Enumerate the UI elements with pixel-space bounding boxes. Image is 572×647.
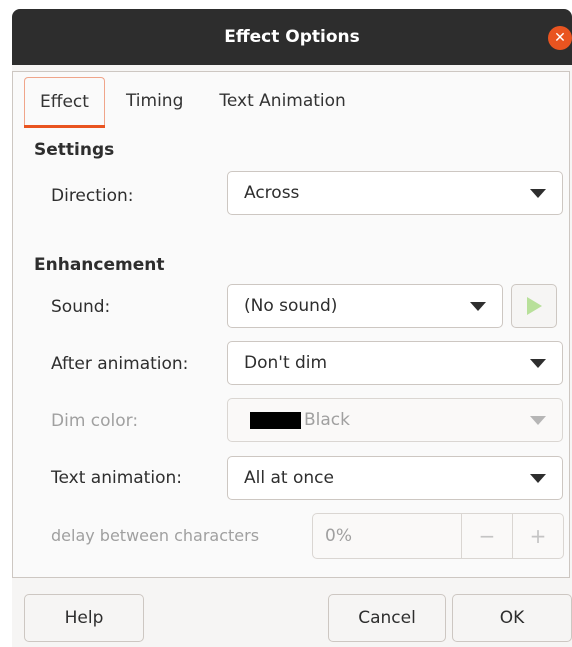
play-icon bbox=[526, 297, 542, 315]
tab-timing[interactable]: Timing bbox=[111, 77, 198, 125]
help-button[interactable]: Help bbox=[24, 594, 144, 642]
sound-value: (No sound) bbox=[244, 296, 338, 316]
play-sound-button[interactable] bbox=[511, 284, 557, 328]
dialog-title: Effect Options bbox=[224, 27, 360, 47]
color-swatch bbox=[250, 411, 301, 429]
ok-button[interactable]: OK bbox=[452, 594, 572, 642]
dim-color-dropdown[interactable]: Black bbox=[227, 398, 563, 442]
direction-label: Direction: bbox=[51, 186, 134, 206]
chevron-down-icon bbox=[530, 474, 546, 483]
delay-input[interactable]: 0% bbox=[313, 526, 461, 546]
delay-label: delay between characters bbox=[51, 526, 260, 545]
text-animation-label: Text animation: bbox=[51, 468, 182, 488]
enhancement-heading: Enhancement bbox=[34, 255, 165, 275]
after-animation-value: Don't dim bbox=[244, 353, 328, 373]
tab-bar: Effect Timing Text Animation bbox=[24, 77, 367, 128]
text-animation-dropdown[interactable]: All at once bbox=[227, 456, 563, 500]
sound-label: Sound: bbox=[51, 297, 111, 317]
direction-value: Across bbox=[244, 183, 300, 203]
close-icon[interactable]: ✕ bbox=[548, 26, 572, 50]
after-animation-dropdown[interactable]: Don't dim bbox=[227, 341, 563, 385]
settings-heading: Settings bbox=[34, 140, 115, 160]
decrement-button[interactable]: − bbox=[461, 514, 512, 558]
dim-color-label: Dim color: bbox=[51, 411, 139, 431]
tab-text-animation[interactable]: Text Animation bbox=[204, 77, 360, 125]
text-animation-value: All at once bbox=[244, 468, 334, 488]
chevron-down-icon bbox=[530, 416, 546, 425]
increment-button[interactable]: + bbox=[512, 514, 563, 558]
tab-effect[interactable]: Effect bbox=[24, 77, 105, 128]
direction-dropdown[interactable]: Across bbox=[227, 171, 563, 215]
cancel-button[interactable]: Cancel bbox=[328, 594, 446, 642]
dim-color-value: Black bbox=[304, 410, 350, 430]
chevron-down-icon bbox=[470, 302, 486, 311]
delay-spinbutton: 0% − + bbox=[312, 513, 564, 559]
title-bar: Effect Options ✕ bbox=[12, 9, 572, 65]
after-animation-label: After animation: bbox=[51, 354, 189, 374]
sound-dropdown[interactable]: (No sound) bbox=[227, 284, 503, 328]
chevron-down-icon bbox=[530, 189, 546, 198]
chevron-down-icon bbox=[530, 359, 546, 368]
